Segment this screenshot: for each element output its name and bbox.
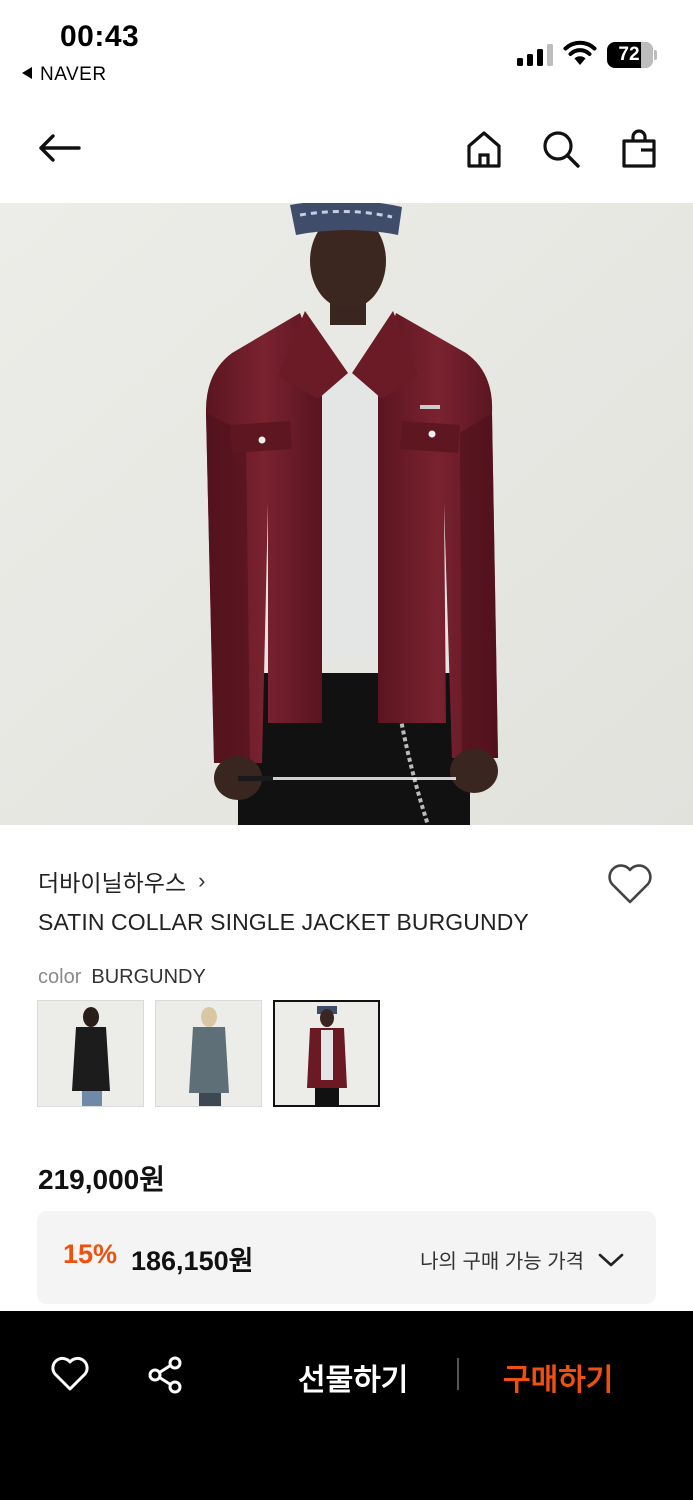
chevron-right-icon: › bbox=[198, 868, 206, 893]
share-button[interactable] bbox=[146, 1355, 186, 1395]
back-app-label: NAVER bbox=[40, 64, 107, 85]
wifi-icon bbox=[563, 40, 597, 65]
wishlist-button[interactable] bbox=[606, 862, 654, 906]
bottom-wishlist-button[interactable] bbox=[50, 1355, 90, 1393]
swatch-denim-thumbnail bbox=[156, 1001, 261, 1106]
product-photo bbox=[0, 203, 693, 825]
brand-link[interactable]: 더바이닐하우스 › bbox=[38, 864, 205, 898]
status-time: 00:43 bbox=[60, 20, 140, 53]
swatch-burgundy[interactable] bbox=[273, 1000, 380, 1107]
top-nav bbox=[0, 110, 693, 190]
color-label: color bbox=[38, 966, 82, 988]
color-value: BURGUNDY bbox=[91, 966, 206, 988]
product-title: SATIN COLLAR SINGLE JACKET BURGUNDY bbox=[38, 909, 529, 935]
back-arrow-icon bbox=[39, 134, 81, 162]
discount-price: 186,150원 bbox=[131, 1246, 254, 1276]
buy-button[interactable]: 구매하기 bbox=[503, 1355, 613, 1399]
heart-outline-icon bbox=[51, 1356, 89, 1391]
swatch-burgundy-thumbnail bbox=[275, 1002, 378, 1105]
bottom-action-bar: 선물하기 구매하기 bbox=[0, 1311, 693, 1500]
discount-price-panel[interactable]: 15% 186,150원 나의 구매 가능 가격 bbox=[37, 1211, 656, 1304]
back-to-app-link[interactable]: NAVER bbox=[22, 64, 107, 86]
product-image-carousel[interactable] bbox=[0, 203, 693, 825]
search-icon bbox=[543, 131, 580, 168]
swatch-black-thumbnail bbox=[38, 1001, 143, 1106]
heart-outline-icon bbox=[608, 864, 652, 904]
back-button[interactable] bbox=[36, 128, 82, 168]
home-icon bbox=[467, 131, 501, 168]
button-divider bbox=[457, 1358, 459, 1390]
cellular-signal-icon bbox=[517, 44, 553, 66]
my-price-label: 나의 구매 가능 가격 bbox=[420, 1251, 584, 1273]
cart-button[interactable] bbox=[619, 128, 659, 170]
my-price-toggle[interactable]: 나의 구매 가능 가격 bbox=[420, 1245, 624, 1274]
original-price: 219,000원 bbox=[38, 1164, 165, 1195]
carousel-progress-thumb bbox=[238, 776, 273, 781]
battery-icon: 72 bbox=[607, 42, 657, 68]
brand-name: 더바이닐하우스 bbox=[38, 870, 187, 896]
gift-button[interactable]: 선물하기 bbox=[298, 1355, 408, 1399]
home-button[interactable] bbox=[464, 128, 504, 170]
search-button[interactable] bbox=[540, 128, 582, 170]
discount-rate: 15% bbox=[63, 1239, 118, 1269]
color-selector-label: color BURGUNDY bbox=[38, 966, 206, 989]
shopping-bag-icon bbox=[622, 129, 656, 168]
swatch-black[interactable] bbox=[37, 1000, 144, 1107]
swatch-denim[interactable] bbox=[155, 1000, 262, 1107]
chevron-down-icon bbox=[598, 1253, 624, 1266]
color-swatches bbox=[37, 1000, 380, 1107]
battery-level: 72 bbox=[618, 44, 640, 65]
share-icon bbox=[148, 1356, 182, 1394]
back-triangle-icon bbox=[22, 67, 32, 79]
status-bar: 00:43 NAVER 72 bbox=[0, 0, 693, 100]
